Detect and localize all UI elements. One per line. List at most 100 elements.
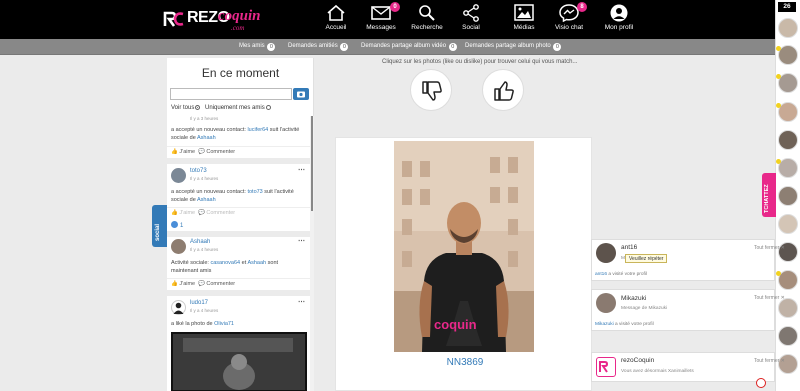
nav-recherche[interactable]: Recherche (402, 4, 452, 36)
post-link[interactable]: toto73 (247, 189, 262, 195)
comment-button[interactable]: 💬 Commenter (198, 281, 235, 287)
post-menu-icon[interactable]: ⋯ (298, 166, 305, 174)
search-button[interactable] (293, 88, 309, 100)
activity-search-input[interactable] (170, 88, 292, 100)
likes-count[interactable]: 1 (171, 221, 183, 229)
tooltip: Veuillez répéter (625, 254, 668, 263)
post-link[interactable]: lucifer64 (247, 127, 268, 133)
avatar[interactable] (596, 243, 616, 263)
like-button[interactable]: 👍 J'aime (171, 281, 195, 287)
post-text: Activité sociale: casanova64 et Ashaah s… (171, 259, 305, 275)
home-icon (327, 4, 345, 21)
post-actions: 👍 J'aime 💬 Commenter (167, 278, 310, 289)
notif-footer-text: a visité votre profil (607, 272, 648, 277)
subnav-count: 0 (448, 43, 457, 51)
nav-label: Messages (366, 24, 396, 31)
subnav-count: 0 (267, 43, 276, 51)
filter-all-label: Voir tous (171, 105, 195, 111)
match-instruction: Cliquez sur les photos (like ou dislike)… (382, 59, 578, 65)
online-avatar[interactable] (778, 45, 798, 65)
close-all-button[interactable]: Tout fermer ✕ (754, 358, 785, 364)
filter-friends-radio[interactable] (265, 105, 271, 110)
image-icon (514, 4, 534, 21)
dislike-button[interactable] (410, 69, 452, 111)
subnav-demandes-amities[interactable]: Demandes amitiés 0 (288, 43, 349, 51)
post-username[interactable]: ludo17 (190, 300, 208, 306)
chat-notification[interactable]: rezoCoquin Tout fermer ✕ Vous avez désor… (591, 352, 785, 382)
online-avatar[interactable] (778, 186, 798, 206)
match-photo[interactable]: coquin (394, 141, 534, 352)
subnav-partage-video[interactable]: Demandes partage album vidéo 0 (361, 43, 457, 51)
post-menu-icon[interactable]: ⋯ (298, 237, 305, 245)
online-avatar[interactable] (778, 326, 798, 346)
like-button[interactable]: 👍 J'aime (171, 210, 195, 216)
post-link[interactable]: Ashaah (197, 135, 216, 141)
comment-button[interactable]: 💬 Commenter (198, 149, 235, 155)
post-menu-icon[interactable]: ⋯ (298, 298, 305, 306)
online-avatar[interactable] (778, 354, 798, 374)
site-logo[interactable]: REZO coquin .com (163, 8, 261, 34)
match-username[interactable]: NN3869 (430, 357, 500, 368)
notif-footer: ant16 a visité votre profil (595, 272, 647, 277)
notif-footer: Mikazuki a visité votre profil (595, 322, 654, 327)
nav-social[interactable]: Social (446, 4, 496, 36)
like-button[interactable]: 👍 J'aime (171, 149, 195, 155)
scrollbar-thumb[interactable] (311, 116, 313, 211)
online-avatar[interactable] (778, 214, 798, 234)
post-text: a liké la photo de Olivia71 (171, 320, 305, 328)
online-avatar[interactable] (778, 130, 798, 150)
post-link[interactable]: Ashaah (247, 260, 266, 266)
feed-scrollbar[interactable] (310, 116, 314, 391)
post-text-part: a accepté un nouveau contact: (171, 189, 248, 195)
messenger-icon (559, 4, 579, 22)
nav-medias[interactable]: Médias (499, 4, 549, 36)
online-avatar[interactable] (778, 270, 798, 290)
avatar[interactable] (171, 300, 186, 315)
post-link[interactable]: Olivia71 (214, 321, 234, 327)
post-username[interactable]: toto73 (190, 168, 207, 174)
online-avatar[interactable] (778, 102, 798, 122)
subnav-mes-amis[interactable]: Mes amis 0 (239, 43, 276, 51)
chat-notification[interactable]: ant16 Tout fermer ✕ Message de ant16 ant… (591, 239, 785, 281)
post-link[interactable]: Ashaah (197, 197, 216, 203)
like-button-large[interactable] (482, 69, 524, 111)
avatar[interactable] (171, 239, 186, 254)
online-avatar[interactable] (778, 73, 798, 93)
post-link[interactable]: casanova64 (210, 260, 240, 266)
post-time: Il y a 4 heures (190, 176, 219, 181)
post-actions: 👍 J'aime 💬 Commenter (167, 146, 310, 157)
post-image[interactable] (171, 332, 307, 391)
post-username[interactable]: Ashaah (190, 239, 210, 245)
social-tab[interactable]: social (152, 205, 167, 247)
close-all-button[interactable]: Tout fermer ✕ (754, 295, 785, 301)
nav-accueil[interactable]: Accueil (311, 4, 361, 36)
close-all-button[interactable]: Tout fermer ✕ (754, 245, 785, 251)
nav-label: Visio chat (554, 24, 584, 31)
notif-message: Vous avez désormais Xanimaillets (621, 369, 694, 374)
notif-username[interactable]: ant16 (621, 244, 637, 251)
post-text-part: Activité sociale: (171, 260, 211, 266)
avatar[interactable] (596, 293, 616, 313)
notif-footer-text: a visité votre profil (613, 322, 654, 327)
comment-button[interactable]: 💬 Commenter (198, 210, 235, 216)
online-avatar[interactable] (778, 158, 798, 178)
notif-username[interactable]: rezoCoquin (621, 357, 654, 364)
chat-notification[interactable]: Mikazuki Tout fermer ✕ Message de Mikazu… (591, 289, 785, 331)
nav-visio-chat[interactable]: 8 Visio chat (544, 2, 594, 36)
nav-messages[interactable]: 0 Messages (356, 2, 406, 36)
like-label: J'aime (179, 210, 196, 216)
subnav-partage-photo[interactable]: Demandes partage album photo 0 (465, 43, 562, 51)
post-text: a accepté un nouveau contact: toto73 sui… (171, 188, 305, 204)
online-avatar[interactable] (778, 298, 798, 318)
notif-footer-link[interactable]: Mikazuki (595, 322, 614, 327)
filter-all-radio[interactable] (195, 105, 201, 110)
notif-footer-link[interactable]: ant16 (595, 272, 607, 277)
notification-alert-icon[interactable] (756, 378, 766, 388)
notif-username[interactable]: Mikazuki (621, 295, 646, 302)
avatar[interactable] (171, 168, 186, 183)
online-avatar[interactable] (778, 18, 798, 38)
rezocoquin-avatar[interactable] (596, 357, 616, 377)
nav-mon-profil[interactable]: Mon profil (594, 4, 644, 36)
tchattez-tab[interactable]: TCHATTEZ (762, 173, 776, 217)
photo-watermark: coquin (434, 317, 477, 332)
